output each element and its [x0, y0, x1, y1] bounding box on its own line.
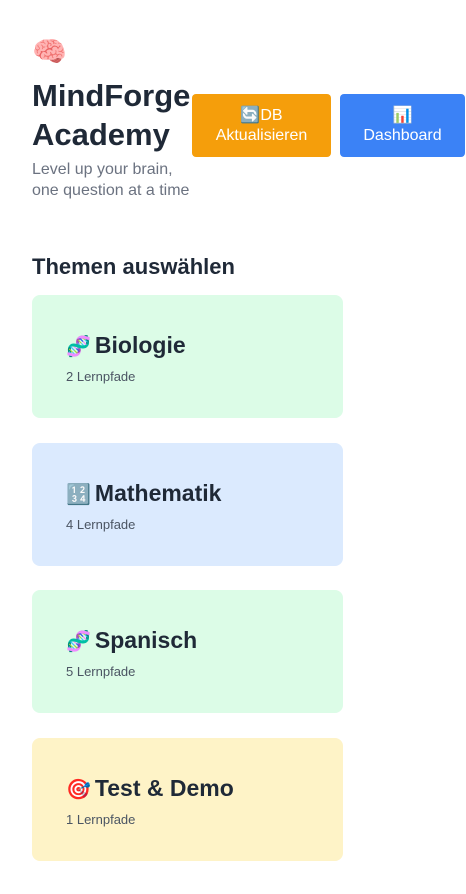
bar-chart-icon: 📊: [392, 106, 413, 124]
topic-path-count: 5 Lernpfade: [66, 664, 136, 679]
topic-path-count: 1 Lernpfade: [66, 812, 136, 827]
target-icon: 🎯: [66, 779, 91, 801]
topic-card-spanisch[interactable]: 🧬 Spanisch 5 Lernpfade: [32, 590, 343, 713]
topic-card-biologie[interactable]: 🧬 Biologie 2 Lernpfade: [32, 295, 343, 418]
refresh-db-label-1: DB: [260, 106, 283, 124]
refresh-db-label-2: Aktualisieren: [215, 126, 308, 144]
topic-name: Spanisch: [94, 627, 198, 653]
topics-heading: Themen auswählen: [32, 254, 235, 279]
topic-card-mathematik[interactable]: 🔢 Mathematik 4 Lernpfade: [32, 443, 343, 566]
app-title: MindForge Academy: [32, 76, 202, 154]
app-title-line-1: MindForge: [32, 78, 191, 113]
app-title-line-2: Academy: [32, 117, 170, 152]
dashboard-button[interactable]: 📊 Dashboard: [340, 94, 465, 157]
brain-icon: 🧠: [32, 36, 67, 67]
dna-icon: 🧬: [66, 336, 91, 358]
topic-title: 🎯 Test & Demo: [66, 773, 234, 805]
topic-path-count: 2 Lernpfade: [66, 369, 136, 384]
topic-title: 🧬 Biologie: [66, 330, 186, 362]
app-tagline: Level up your brain, one question at a t…: [32, 161, 190, 199]
refresh-icon: 🔄: [240, 106, 261, 124]
topic-name: Test & Demo: [94, 775, 234, 801]
refresh-db-button-line-1: 🔄DB: [240, 106, 282, 126]
topic-card-test-demo[interactable]: 🎯 Test & Demo 1 Lernpfade: [32, 738, 343, 861]
topic-title: 🧬 Spanisch: [66, 625, 197, 657]
dna-icon: 🧬: [66, 631, 91, 653]
topic-name: Mathematik: [94, 480, 222, 506]
topic-title: 🔢 Mathematik: [66, 478, 221, 510]
numbers-icon: 🔢: [66, 484, 91, 506]
topic-path-count: 4 Lernpfade: [66, 517, 136, 532]
topic-name: Biologie: [94, 332, 186, 358]
dashboard-label: Dashboard: [363, 126, 442, 144]
refresh-db-button[interactable]: 🔄DB Aktualisieren: [192, 94, 331, 157]
